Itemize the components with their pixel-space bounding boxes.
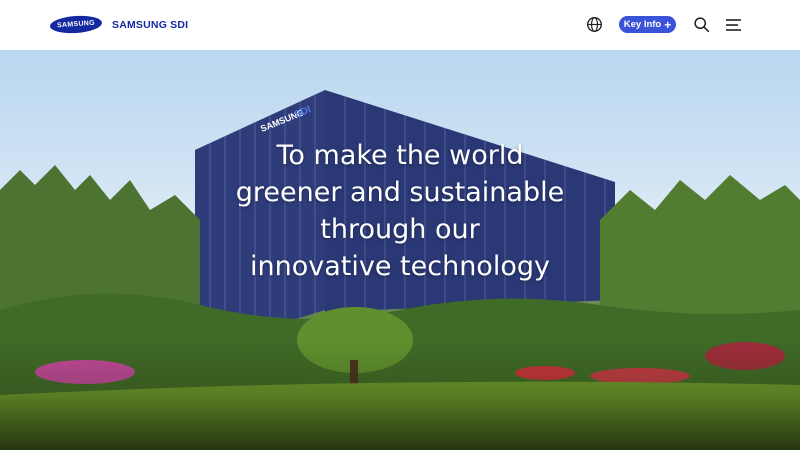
site-header: SAMSUNG SAMSUNG SDI Key Info + [0, 0, 800, 50]
key-info-label: Key Info [623, 19, 662, 30]
headline-line: To make the world [276, 140, 524, 171]
menu-icon[interactable] [726, 18, 742, 32]
hero-headline: To make the world greener and sustainabl… [0, 137, 800, 285]
headline-line: innovative technology [250, 251, 550, 282]
search-icon[interactable] [693, 16, 710, 33]
bottom-gradient [0, 340, 800, 450]
samsung-sdi-logo[interactable]: SAMSUNG SAMSUNG SDI [49, 14, 189, 35]
key-info-button[interactable]: Key Info + [619, 16, 676, 33]
globe-icon[interactable] [586, 16, 603, 33]
hero-banner: SAMSUNG SDI To make the world greener and… [0, 50, 800, 450]
brand-name: SAMSUNG SDI [112, 18, 189, 31]
plus-icon: + [664, 17, 672, 32]
samsung-logo-mark: SAMSUNG [49, 14, 103, 35]
headline-line: greener and sustainable [235, 177, 565, 208]
headline-line: through our [320, 214, 480, 245]
